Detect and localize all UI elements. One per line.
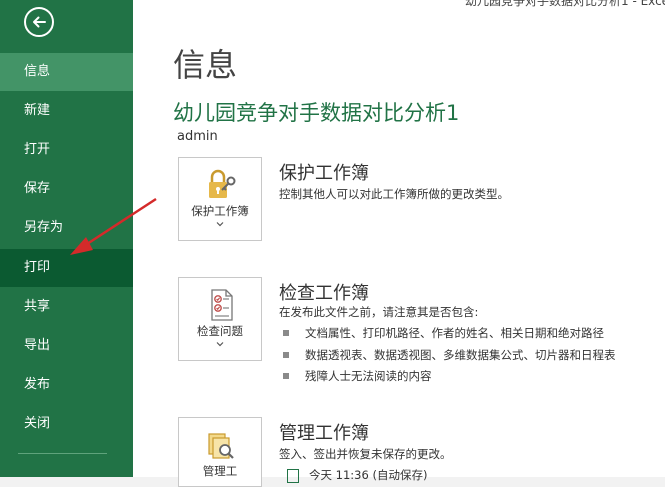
author-name: admin xyxy=(177,129,218,144)
back-arrow-icon xyxy=(33,16,46,28)
list-item: 残障人士无法阅读的内容 xyxy=(283,368,432,384)
manage-workbook-description: 签入、签出并恢复未保存的更改。 xyxy=(279,447,452,461)
manage-workbook-title: 管理工作簿 xyxy=(279,423,369,444)
autosave-version[interactable]: 今天 11:36 (自动保存) xyxy=(309,468,427,482)
sidebar-item-share[interactable]: 共享 xyxy=(0,288,133,326)
document-title: 幼儿园竞争对手数据对比分析1 xyxy=(173,101,460,125)
sidebar-item-new[interactable]: 新建 xyxy=(0,92,133,130)
backstage-sidebar: 信息 新建 打开 保存 另存为 打印 共享 导出 发布 关闭 xyxy=(0,0,133,477)
list-item: 数据透视表、数据透视图、多维数据集公式、切片器和日程表 xyxy=(283,347,616,363)
protect-workbook-button[interactable]: 保护工作簿 xyxy=(178,157,262,241)
inspect-bullet-2: 数据透视表、数据透视图、多维数据集公式、切片器和日程表 xyxy=(305,348,616,362)
inspect-workbook-description: 在发布此文件之前，请注意其是否包含: xyxy=(279,305,479,319)
protect-workbook-description: 控制其他人可以对此工作簿所做的更改类型。 xyxy=(279,187,509,201)
sidebar-divider xyxy=(18,453,107,454)
window-title: 幼儿园竞争对手数据对比分析1 - Excel xyxy=(465,0,665,8)
protect-workbook-tile-label: 保护工作簿 xyxy=(191,204,249,218)
backstage-main: 幼儿园竞争对手数据对比分析1 - Excel 信息 幼儿园竞争对手数据对比分析1… xyxy=(133,0,665,487)
sidebar-item-publish[interactable]: 发布 xyxy=(0,366,133,404)
check-issues-button[interactable]: 检查问题 xyxy=(178,277,262,361)
lock-key-icon xyxy=(209,169,236,198)
list-item[interactable]: 今天 11:36 (自动保存) xyxy=(287,467,427,483)
sidebar-item-print[interactable]: 打印 xyxy=(0,249,133,287)
sidebar-item-save[interactable]: 保存 xyxy=(0,170,133,208)
chevron-down-icon xyxy=(216,222,224,227)
back-button[interactable] xyxy=(24,7,54,37)
inspect-workbook-title: 检查工作簿 xyxy=(279,283,369,304)
chevron-down-icon xyxy=(216,342,224,347)
sidebar-item-export[interactable]: 导出 xyxy=(0,327,133,365)
sidebar-item-open[interactable]: 打开 xyxy=(0,131,133,169)
manage-workbook-icon xyxy=(208,433,234,459)
bullet-square-icon xyxy=(283,351,289,358)
bullet-square-icon xyxy=(283,372,289,379)
page-title: 信息 xyxy=(173,46,238,84)
sidebar-item-close[interactable]: 关闭 xyxy=(0,405,133,443)
sidebar-item-info[interactable]: 信息 xyxy=(0,53,133,91)
check-issues-tile-label: 检查问题 xyxy=(197,324,243,338)
sidebar-item-save-as[interactable]: 另存为 xyxy=(0,209,133,247)
list-item: 文档属性、打印机路径、作者的姓名、相关日期和绝对路径 xyxy=(283,325,604,341)
inspect-bullet-1: 文档属性、打印机路径、作者的姓名、相关日期和绝对路径 xyxy=(305,326,604,340)
inspect-bullet-3: 残障人士无法阅读的内容 xyxy=(305,369,432,383)
protect-workbook-title: 保护工作簿 xyxy=(279,163,369,184)
inspect-document-icon xyxy=(211,289,233,321)
excel-file-icon xyxy=(287,468,299,483)
bullet-square-icon xyxy=(283,329,289,336)
